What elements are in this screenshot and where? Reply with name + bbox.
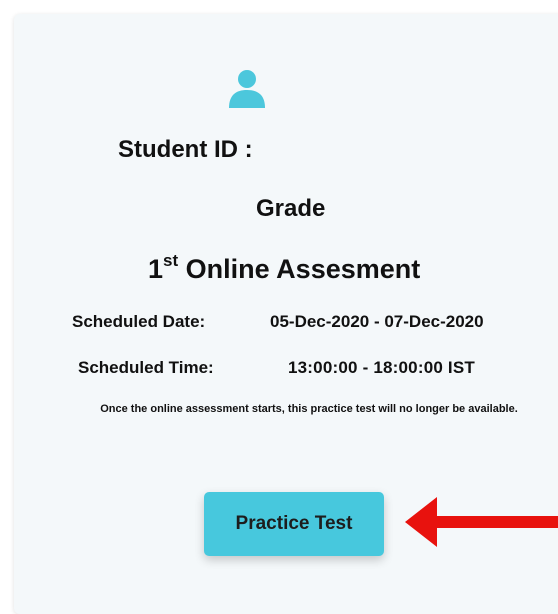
practice-test-button[interactable]: Practice Test xyxy=(204,492,384,556)
availability-note: Once the online assessment starts, this … xyxy=(100,403,518,415)
assessment-ordinal-number: 1 xyxy=(148,254,164,284)
grade-label: Grade xyxy=(256,195,326,222)
assessment-title: 1st Online Assesment xyxy=(148,251,421,285)
scheduled-time-label: Scheduled Time: xyxy=(78,358,214,377)
student-id-label: Student ID : xyxy=(118,136,253,163)
scheduled-date-value: 05-Dec-2020 - 07-Dec-2020 xyxy=(270,312,484,331)
assessment-ordinal-suffix: st xyxy=(163,251,179,270)
scheduled-date-label: Scheduled Date: xyxy=(72,312,206,331)
arrow-left-icon xyxy=(405,497,558,547)
assessment-title-text: Online Assesment xyxy=(185,254,421,284)
user-icon xyxy=(229,70,265,108)
scheduled-time-value: 13:00:00 - 18:00:00 IST xyxy=(288,358,475,377)
